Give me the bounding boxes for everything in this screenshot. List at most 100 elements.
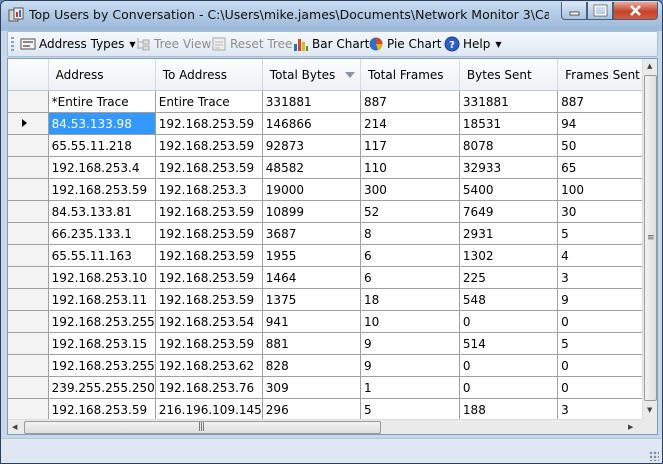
table-cell[interactable]: 32933 <box>459 156 559 179</box>
table-cell[interactable]: 192.168.253.59 <box>155 288 263 311</box>
table-cell[interactable]: 6 <box>360 244 460 267</box>
column-header[interactable]: To Address <box>155 59 263 91</box>
table-cell[interactable]: 10899 <box>262 200 362 223</box>
table-cell[interactable]: 216.196.109.145 <box>155 398 263 421</box>
table-cell[interactable]: 192.168.253.76 <box>155 376 263 399</box>
table-cell[interactable]: 0 <box>459 354 559 377</box>
table-cell[interactable]: 92873 <box>262 134 362 157</box>
row-header[interactable] <box>8 156 49 179</box>
column-header[interactable]: Total Bytes <box>262 59 362 91</box>
table-row[interactable]: 192.168.253.4 192.168.253.59 48582 110 32933… <box>8 156 657 179</box>
table-row[interactable]: 192.168.253.11 192.168.253.59 1375 18 548 9 <box>8 288 657 311</box>
table-cell[interactable]: 192.168.253.10 <box>48 266 156 289</box>
table-row[interactable]: *Entire Trace Entire Trace 331881 887 331881… <box>8 90 657 113</box>
table-cell[interactable]: 331881 <box>262 90 362 113</box>
table-row[interactable]: 65.55.11.163 192.168.253.59 1955 6 1302 4 <box>8 244 657 267</box>
row-header[interactable] <box>8 398 49 421</box>
table-cell[interactable]: 84.53.133.81 <box>48 200 156 223</box>
scroll-right-icon[interactable]: ▶ <box>628 423 633 431</box>
bar-chart-button[interactable]: Bar Chart <box>293 35 369 53</box>
table-cell[interactable]: 3687 <box>262 222 362 245</box>
row-header[interactable] <box>8 288 49 311</box>
table-cell[interactable]: 65.55.11.218 <box>48 134 156 157</box>
table-cell[interactable]: 192.168.253.11 <box>48 288 156 311</box>
table-row[interactable]: 192.168.253.255 192.168.253.62 828 9 0 0 <box>8 354 657 377</box>
row-header[interactable] <box>8 178 49 201</box>
table-cell[interactable]: 192.168.253.54 <box>155 310 263 333</box>
table-cell[interactable]: 0 <box>459 376 559 399</box>
row-header[interactable] <box>8 134 49 157</box>
row-header[interactable] <box>8 354 49 377</box>
conversation-grid[interactable]: Address To Address Total Bytes Total Frames… <box>7 58 658 435</box>
table-cell[interactable]: 1375 <box>262 288 362 311</box>
table-row[interactable]: 65.55.11.218 192.168.253.59 92873 117 8078 50 <box>8 134 657 157</box>
row-header[interactable] <box>8 200 49 223</box>
table-cell[interactable]: 331881 <box>459 90 559 113</box>
tree-view-button[interactable]: Tree View <box>135 35 211 53</box>
table-cell[interactable]: 65.55.11.163 <box>48 244 156 267</box>
table-cell[interactable]: 48582 <box>262 156 362 179</box>
table-cell[interactable]: 192.168.253.59 <box>155 332 263 355</box>
table-row[interactable]: 239.255.255.250 192.168.253.76 309 1 0 0 <box>8 376 657 399</box>
table-cell[interactable]: 192.168.253.59 <box>155 112 263 135</box>
scroll-down-icon[interactable]: ▼ <box>647 406 652 414</box>
table-cell[interactable]: 192.168.253.59 <box>155 134 263 157</box>
row-header[interactable] <box>8 112 49 135</box>
table-row[interactable]: 192.168.253.15 192.168.253.59 881 9 514 5 <box>8 332 657 355</box>
table-cell[interactable]: 192.168.253.59 <box>155 266 263 289</box>
table-cell[interactable]: 5 <box>360 398 460 421</box>
table-cell[interactable]: 7649 <box>459 200 559 223</box>
table-cell[interactable]: 192.168.253.62 <box>155 354 263 377</box>
table-cell[interactable]: 1955 <box>262 244 362 267</box>
close-button[interactable] <box>613 2 658 20</box>
vertical-scrollbar[interactable]: ▲ ≡ ▼ <box>642 59 657 419</box>
table-cell[interactable]: 19000 <box>262 178 362 201</box>
row-header[interactable] <box>8 266 49 289</box>
resize-grip[interactable] <box>649 451 659 461</box>
table-cell[interactable]: Entire Trace <box>155 90 263 113</box>
table-cell[interactable]: 117 <box>360 134 460 157</box>
table-cell[interactable]: 110 <box>360 156 460 179</box>
table-cell[interactable]: 548 <box>459 288 559 311</box>
table-cell[interactable]: 192.168.253.4 <box>48 156 156 179</box>
table-cell[interactable]: 84.53.133.98 <box>48 112 156 135</box>
row-header[interactable] <box>8 90 49 113</box>
toolbar-grip[interactable] <box>11 37 14 51</box>
minimize-button[interactable] <box>561 2 587 20</box>
table-row[interactable]: 84.53.133.98 192.168.253.59 146866 214 18531… <box>8 112 657 135</box>
table-cell[interactable]: 192.168.253.59 <box>155 156 263 179</box>
table-row[interactable]: 192.168.253.59 192.168.253.3 19000 300 5400 1… <box>8 178 657 201</box>
table-row[interactable]: 66.235.133.1 192.168.253.59 3687 8 2931 5 <box>8 222 657 245</box>
table-cell[interactable]: 192.168.253.255 <box>48 310 156 333</box>
horizontal-scrollbar[interactable]: ◀ ||| ▶ <box>8 419 642 434</box>
row-header[interactable] <box>8 310 49 333</box>
table-cell[interactable]: 192.168.253.3 <box>155 178 263 201</box>
table-cell[interactable]: 514 <box>459 332 559 355</box>
table-row[interactable]: 192.168.253.10 192.168.253.59 1464 6 225 3 <box>8 266 657 289</box>
table-cell[interactable]: 52 <box>360 200 460 223</box>
table-cell[interactable]: 1 <box>360 376 460 399</box>
scroll-up-icon[interactable]: ▲ <box>647 62 652 70</box>
table-row[interactable]: 84.53.133.81 192.168.253.59 10899 52 7649 30 <box>8 200 657 223</box>
table-cell[interactable]: 146866 <box>262 112 362 135</box>
table-cell[interactable]: 1464 <box>262 266 362 289</box>
table-cell[interactable]: 192.168.253.59 <box>48 398 156 421</box>
title-bar[interactable]: Top Users by Conversation - C:\Users\mik… <box>1 1 662 29</box>
table-row[interactable]: 192.168.253.59 216.196.109.145 296 5 188 3 <box>8 398 657 421</box>
maximize-button[interactable] <box>587 2 613 20</box>
table-cell[interactable]: 66.235.133.1 <box>48 222 156 245</box>
table-cell[interactable]: 18 <box>360 288 460 311</box>
table-cell[interactable]: 296 <box>262 398 362 421</box>
table-cell[interactable]: 239.255.255.250 <box>48 376 156 399</box>
table-cell[interactable]: 225 <box>459 266 559 289</box>
table-cell[interactable]: 2931 <box>459 222 559 245</box>
table-cell[interactable]: 6 <box>360 266 460 289</box>
table-cell[interactable]: 214 <box>360 112 460 135</box>
horizontal-scroll-thumb[interactable]: ||| <box>24 421 381 434</box>
scroll-left-icon[interactable]: ◀ <box>12 423 17 431</box>
table-cell[interactable]: 9 <box>360 332 460 355</box>
reset-tree-button[interactable]: Reset Tree <box>211 35 292 53</box>
help-dropdown[interactable]: ? Help ▼ <box>444 35 502 53</box>
address-types-dropdown[interactable]: Address Types ▼ <box>20 35 136 53</box>
table-cell[interactable]: 309 <box>262 376 362 399</box>
